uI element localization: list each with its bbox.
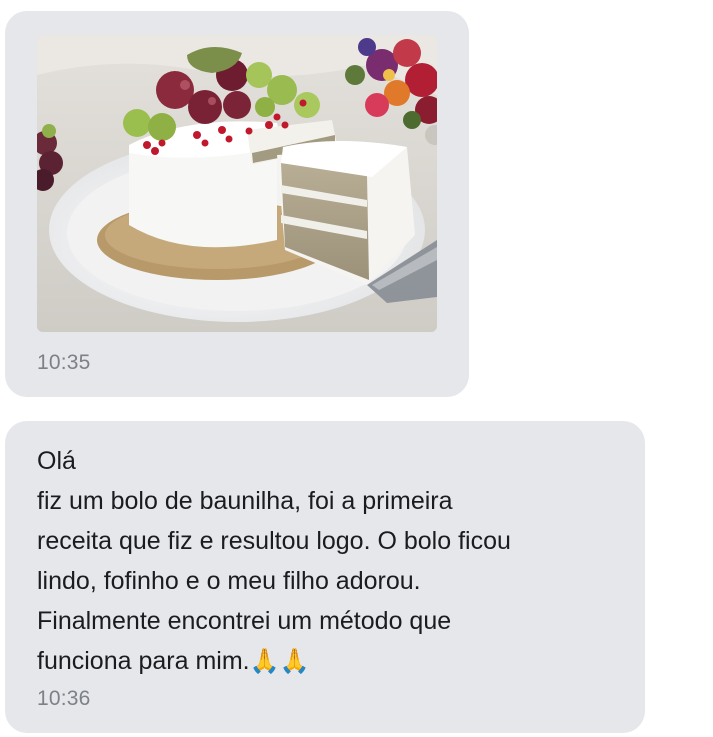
message-line-last: funciona para mim.🙏🙏: [37, 641, 627, 681]
message-line: fiz um bolo de baunilha, foi a primeira: [37, 487, 453, 515]
message-line: lindo, fofinho e o meu filho adorou.: [37, 567, 421, 595]
message-time: 10:36: [37, 687, 91, 710]
message-line: Olá: [37, 447, 76, 475]
message-bubble-photo[interactable]: 10:35: [5, 11, 469, 397]
chat-thread: 10:35 Olá fiz um bolo de baunilha, foi a…: [0, 0, 713, 737]
message-time: 10:35: [37, 351, 91, 374]
message-text: Olá fiz um bolo de baunilha, foi a prime…: [37, 441, 627, 681]
message-line: receita que fiz e resultou logo. O bolo …: [37, 527, 511, 555]
message-bubble-text[interactable]: Olá fiz um bolo de baunilha, foi a prime…: [5, 421, 645, 733]
message-line: Finalmente encontrei um método que: [37, 607, 452, 635]
praying-hands-emoji-icon: 🙏🙏: [249, 647, 310, 675]
message-line: funciona para mim.: [37, 647, 250, 675]
cake-photo[interactable]: [37, 35, 437, 332]
